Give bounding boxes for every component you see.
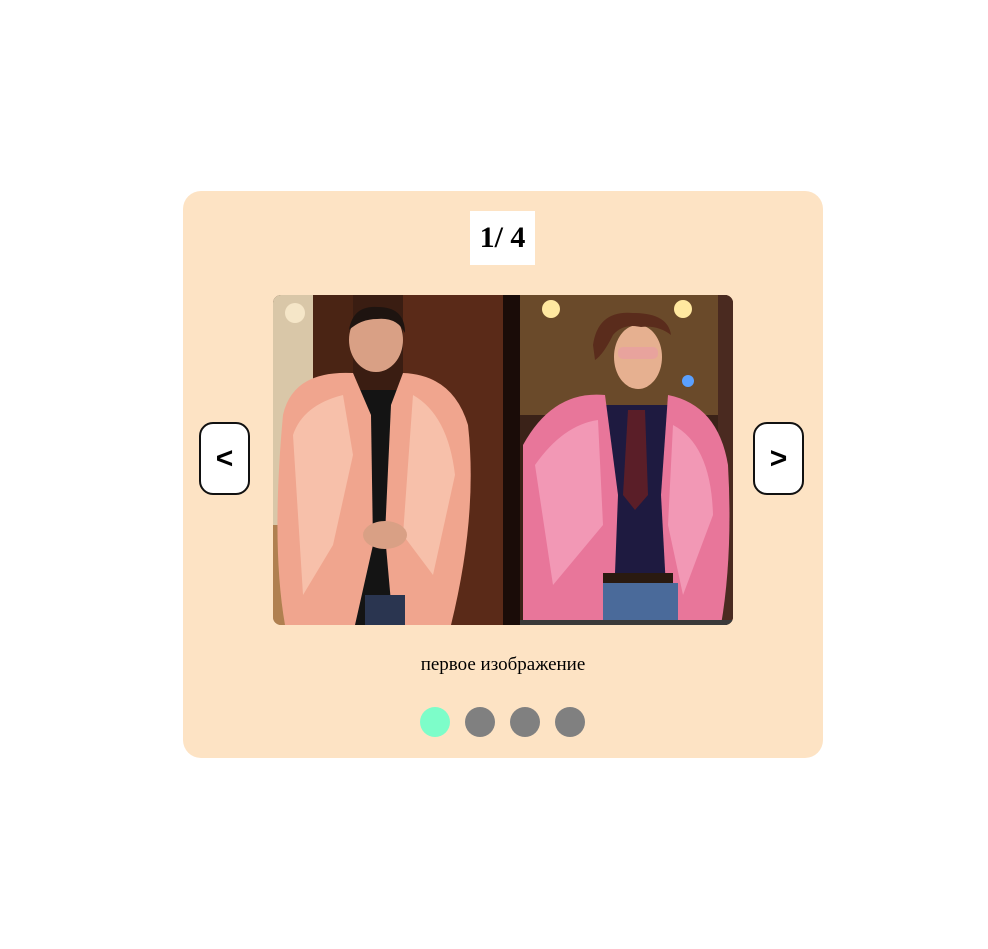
slide-counter: 1/ 4 [470,211,535,265]
image-slider: 1/ 4 < > первое изображение [183,191,823,758]
next-button[interactable]: > [753,422,804,495]
illustration-right [520,295,733,625]
photo-left [273,295,520,625]
slide-image [273,295,733,625]
dot-4[interactable] [555,707,585,737]
pagination-dots [183,707,823,737]
slide-caption: первое изображение [420,654,586,675]
dot-2[interactable] [465,707,495,737]
previous-button[interactable]: < [199,422,250,495]
dot-3[interactable] [510,707,540,737]
dot-1-active[interactable] [420,707,450,737]
